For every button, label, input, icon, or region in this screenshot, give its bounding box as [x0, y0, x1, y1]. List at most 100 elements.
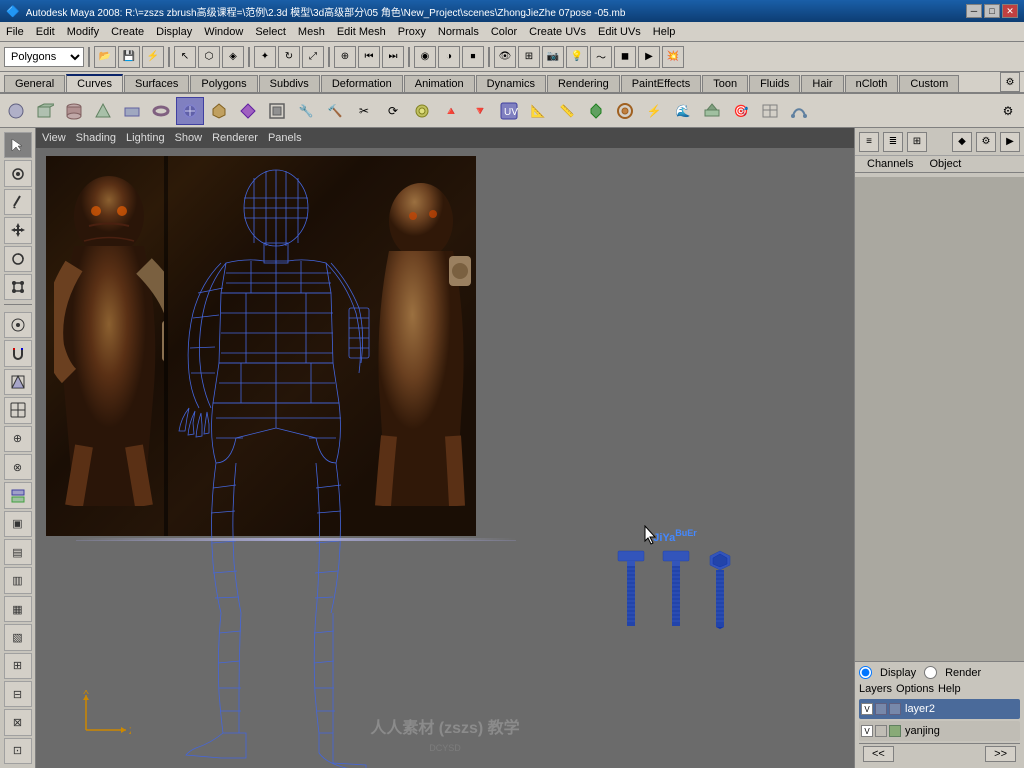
tb-redo-btn[interactable]: ⏭ [382, 46, 404, 68]
tab-dynamics[interactable]: Dynamics [476, 75, 546, 92]
tb2-btn19[interactable]: 📐 [524, 97, 552, 125]
lt-tool12[interactable]: ⊗ [4, 454, 32, 480]
tb2-btn8[interactable] [205, 97, 233, 125]
lt-soft-sel-tool[interactable] [4, 369, 32, 395]
rp-btn1[interactable]: ≡ [859, 132, 879, 152]
tb2-btn23[interactable]: ⚡ [640, 97, 668, 125]
tab-rendering[interactable]: Rendering [547, 75, 620, 92]
menu-mesh[interactable]: Mesh [292, 24, 331, 40]
close-button[interactable]: ✕ [1002, 4, 1018, 18]
tb2-btn25[interactable] [698, 97, 726, 125]
vp-menu-view[interactable]: View [42, 132, 66, 144]
lt-tool10[interactable] [4, 397, 32, 423]
vp-menu-shading[interactable]: Shading [76, 132, 116, 144]
tab-custom[interactable]: Custom [899, 75, 959, 92]
tab-painteffects[interactable]: PaintEffects [621, 75, 702, 92]
lt-tool11[interactable]: ⊕ [4, 426, 32, 452]
tb2-btn10[interactable] [263, 97, 291, 125]
menu-help[interactable]: Help [647, 24, 682, 40]
tb2-btn24[interactable]: 🌊 [669, 97, 697, 125]
lt-move-tool[interactable] [4, 217, 32, 243]
vp-menu-show[interactable]: Show [175, 132, 203, 144]
tb-paint-btn[interactable]: ◈ [222, 46, 244, 68]
menu-createuvs[interactable]: Create UVs [523, 24, 592, 40]
tb-grid-btn[interactable]: ⊞ [518, 46, 540, 68]
tb-stop-btn[interactable]: ⏹ [462, 46, 484, 68]
lt-tool20[interactable]: ⊟ [4, 681, 32, 707]
lt-brush-tool[interactable] [4, 189, 32, 215]
tab-curves[interactable]: Curves [66, 74, 123, 92]
options-menu-item[interactable]: Options [896, 683, 934, 695]
menu-file[interactable]: File [0, 24, 30, 40]
tb2-settings-btn[interactable]: ⚙ [994, 97, 1022, 125]
vp-menu-lighting[interactable]: Lighting [126, 132, 165, 144]
tab-surfaces[interactable]: Surfaces [124, 75, 189, 92]
nav-next-btn[interactable]: >> [985, 746, 1016, 762]
lt-tool14[interactable]: ▣ [4, 511, 32, 537]
minimize-button[interactable]: ─ [966, 4, 982, 18]
tb2-btn18[interactable]: UV [495, 97, 523, 125]
tb2-btn17[interactable]: 🔻 [466, 97, 494, 125]
tb2-cone-btn[interactable] [89, 97, 117, 125]
tb2-cube-btn[interactable] [31, 97, 59, 125]
menu-modify[interactable]: Modify [61, 24, 105, 40]
lt-tool15[interactable]: ▤ [4, 539, 32, 565]
tab-animation[interactable]: Animation [404, 75, 475, 92]
tb2-btn9[interactable] [234, 97, 262, 125]
tb2-btn21[interactable] [582, 97, 610, 125]
tb-scale-btn[interactable]: ⤢ [302, 46, 324, 68]
tb-ipr-btn[interactable]: ◑ [438, 46, 460, 68]
tb-btn3[interactable]: ⚡ [142, 46, 164, 68]
lt-tool21[interactable]: ⊠ [4, 709, 32, 735]
tb-deform-btn[interactable]: ◼ [614, 46, 636, 68]
tb-rotate-btn[interactable]: ↻ [278, 46, 300, 68]
help-menu-item[interactable]: Help [938, 683, 961, 695]
tb2-selected1-btn[interactable] [176, 97, 204, 125]
vp-menu-panels[interactable]: Panels [268, 132, 302, 144]
tab-toon[interactable]: Toon [702, 75, 748, 92]
titlebar-controls[interactable]: ─ □ ✕ [966, 4, 1018, 18]
tb2-btn26[interactable]: 🎯 [727, 97, 755, 125]
tb2-btn16[interactable]: 🔺 [437, 97, 465, 125]
lt-magnet-tool[interactable] [4, 340, 32, 366]
menu-edit[interactable]: Edit [30, 24, 61, 40]
tb-cam-btn[interactable]: 📷 [542, 46, 564, 68]
object-tab[interactable]: Object [921, 156, 969, 172]
render-mode-dropdown[interactable]: Polygons NURBS Subdiv [4, 47, 84, 67]
tb-lasso-btn[interactable]: ⬡ [198, 46, 220, 68]
layers-menu-item[interactable]: Layers [859, 683, 892, 695]
tb-dyn-btn[interactable]: 💥 [662, 46, 684, 68]
tb2-btn27[interactable] [756, 97, 784, 125]
lt-snap-tool[interactable] [4, 312, 32, 338]
tb-light-btn[interactable]: 💡 [566, 46, 588, 68]
yanjing-check[interactable]: V [861, 725, 873, 737]
maximize-button[interactable]: □ [984, 4, 1000, 18]
menu-select[interactable]: Select [249, 24, 292, 40]
tb2-sphere-btn[interactable] [2, 97, 30, 125]
menu-proxy[interactable]: Proxy [392, 24, 432, 40]
lt-tool17[interactable]: ▦ [4, 596, 32, 622]
channels-tab[interactable]: Channels [859, 156, 921, 172]
tab-deformation[interactable]: Deformation [321, 75, 403, 92]
tab-ncloth[interactable]: nCloth [845, 75, 899, 92]
tb-show-hide-btn[interactable]: 👁 [494, 46, 516, 68]
tb-move-btn[interactable]: ✦ [254, 46, 276, 68]
layer-row-layer2[interactable]: V layer2 [859, 699, 1020, 719]
lt-select-tool[interactable] [4, 132, 32, 158]
lt-paint-tool[interactable] [4, 160, 32, 186]
lt-tool18[interactable]: ▧ [4, 624, 32, 650]
tab-fluids[interactable]: Fluids [749, 75, 800, 92]
layer2-vis[interactable] [875, 703, 887, 715]
tb-open-btn[interactable]: 📂 [94, 46, 116, 68]
tab-polygons[interactable]: Polygons [190, 75, 257, 92]
tb2-btn20[interactable]: 📏 [553, 97, 581, 125]
lt-tool16[interactable]: ▥ [4, 567, 32, 593]
rp-btn2[interactable]: ≣ [883, 132, 903, 152]
tb2-btn28[interactable] [785, 97, 813, 125]
lt-tool22[interactable]: ⊡ [4, 738, 32, 764]
tb2-btn13[interactable]: ✂ [350, 97, 378, 125]
tb2-btn12[interactable]: 🔨 [321, 97, 349, 125]
menu-display[interactable]: Display [150, 24, 198, 40]
rp-btn6[interactable]: ▶ [1000, 132, 1020, 152]
tab-subdivs[interactable]: Subdivs [259, 75, 320, 92]
